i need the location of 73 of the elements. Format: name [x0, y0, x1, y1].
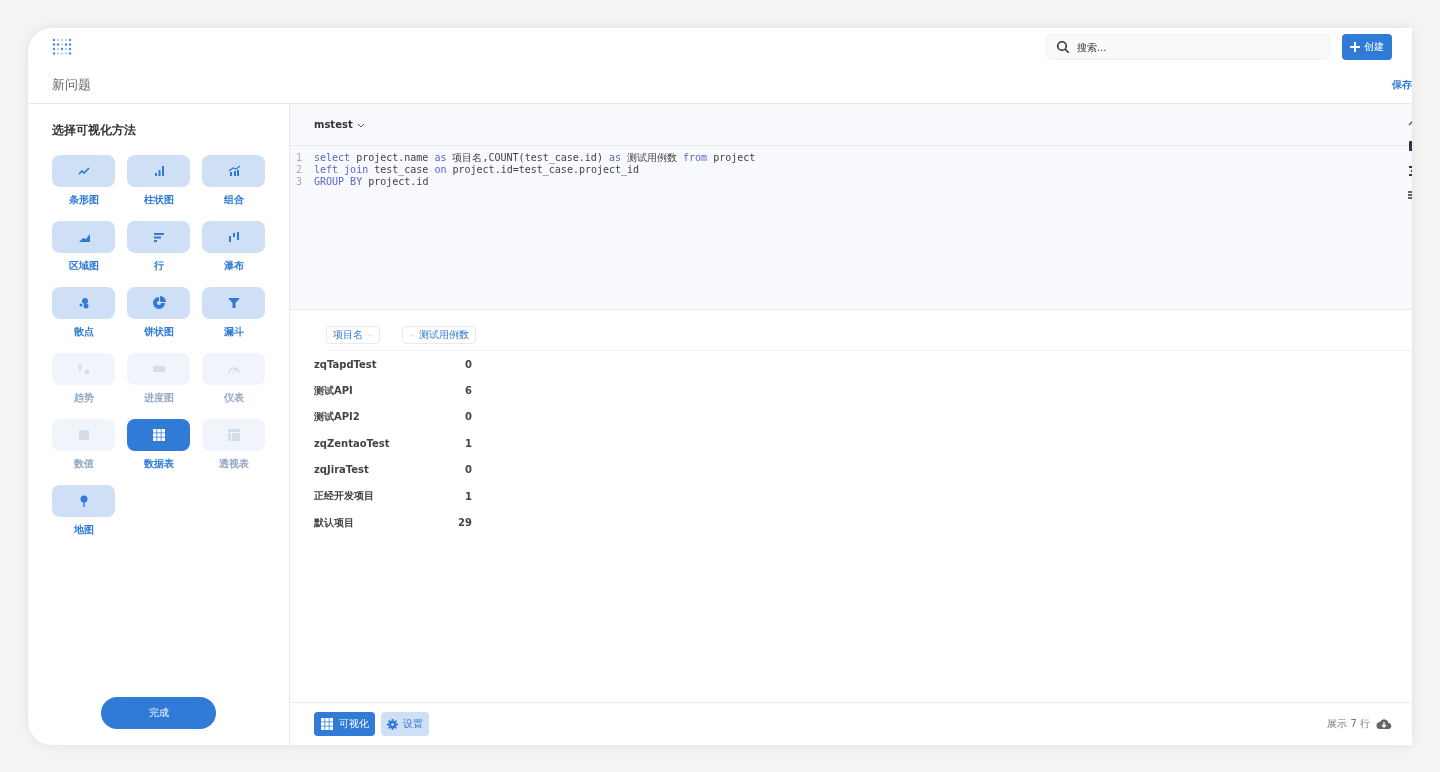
visualization-label: 行 — [153, 259, 164, 273]
table-cell-text: 0 — [464, 358, 472, 370]
done-button[interactable]: 完成 — [101, 697, 216, 729]
pie-chart-icon — [151, 296, 166, 310]
visualization-label: 数值 — [73, 457, 94, 471]
combo-chart-icon — [226, 164, 241, 178]
visualization-label: 饼状图 — [143, 325, 174, 339]
visualization-label: 区域图 — [68, 259, 99, 273]
line-number: 2 — [294, 164, 302, 176]
visualization-option[interactable] — [127, 419, 190, 451]
sql-editor[interactable]: mstest 1 select project.name as 项目名,COUNT(test_case.id) as 测试用例数 from project 2 left join test_case on project.id=test_case.project_id 3 GROUP BY project.id — [290, 104, 1412, 310]
visualization-option[interactable] — [127, 287, 190, 319]
visualization-label: 趋势 — [73, 391, 94, 405]
save-link[interactable]: 保存 — [1392, 77, 1412, 92]
table-cell-text: zqZentaoTest — [314, 437, 391, 449]
database-selector[interactable]: mstest — [314, 119, 365, 130]
table-cell-text: 1 — [464, 437, 472, 449]
table-cell-text: 测试API — [314, 383, 354, 398]
table-cell-text: 0 — [464, 464, 472, 476]
grid-icon — [320, 717, 334, 731]
search-field[interactable]: 搜索... — [1046, 34, 1330, 60]
table-cell-text: zqJiraTest — [314, 464, 370, 476]
funnel-icon — [226, 296, 241, 310]
table-cell-text: 6 — [464, 385, 472, 397]
visualization-label: 柱状图 — [143, 193, 174, 207]
visualization-label: 数据表 — [143, 457, 174, 471]
table-cell-text: 测试API2 — [314, 409, 361, 424]
visualization-option[interactable] — [52, 221, 115, 253]
table-cell-text: 0 — [464, 411, 472, 423]
visualization-label: 组合 — [223, 193, 244, 207]
column-header[interactable]: 项目名 — [326, 326, 380, 344]
number-icon — [76, 428, 91, 442]
question-title: 新问题 — [52, 75, 91, 94]
visualization-option[interactable] — [127, 221, 190, 253]
search-icon — [1056, 40, 1070, 54]
pivot-table-icon — [226, 428, 241, 442]
table-cell-text: 默认项目 — [314, 515, 355, 530]
visualization-label: 散点 — [73, 325, 94, 339]
visualization-label: 进度图 — [143, 391, 174, 405]
visualize-button[interactable]: 可视化 — [314, 712, 375, 736]
gear-icon — [387, 718, 398, 730]
table-cell-text: 正经开发项目 — [314, 489, 375, 504]
line-number: 1 — [294, 152, 302, 164]
visualization-option[interactable] — [202, 155, 265, 187]
visualization-label: 透视表 — [218, 457, 249, 471]
grid-icon — [151, 428, 166, 442]
download-icon[interactable] — [1376, 718, 1392, 730]
visualization-option[interactable] — [202, 287, 265, 319]
plus-icon — [1350, 42, 1360, 52]
visualization-option[interactable] — [127, 155, 190, 187]
logo-icon[interactable] — [52, 37, 72, 57]
table-cell-text: 1 — [464, 490, 472, 502]
table-cell-text: 29 — [457, 517, 472, 529]
column-header[interactable]: 测试用例数 — [402, 326, 476, 344]
visualization-option[interactable] — [52, 485, 115, 517]
visualization-label: 漏斗 — [223, 325, 244, 339]
visualization-label: 地图 — [73, 523, 94, 537]
visualization-label: 条形图 — [68, 193, 99, 207]
table-cell-text: zqTapdTest — [314, 358, 378, 370]
visualization-option[interactable] — [52, 287, 115, 319]
row-chart-icon — [151, 230, 166, 244]
visualization-label: 仪表 — [223, 391, 244, 405]
trend-icon — [76, 362, 91, 376]
code-line: GROUP BY project.id — [314, 176, 429, 188]
code-line: left join test_case on project.id=test_case.project_id — [314, 164, 640, 176]
waterfall-chart-icon — [226, 230, 241, 244]
visualization-label: 瀑布 — [223, 259, 244, 273]
row-count: 展示 7 行 — [1327, 717, 1370, 731]
sidebar-heading: 选择可视化方法 — [52, 122, 137, 139]
line-number: 3 — [294, 176, 302, 188]
settings-button[interactable]: 设置 — [381, 712, 429, 736]
create-button[interactable]: 创建 — [1342, 34, 1392, 60]
code-line: select project.name as 项目名,COUNT(test_case.id) as 测试用例数 from project — [314, 152, 756, 164]
